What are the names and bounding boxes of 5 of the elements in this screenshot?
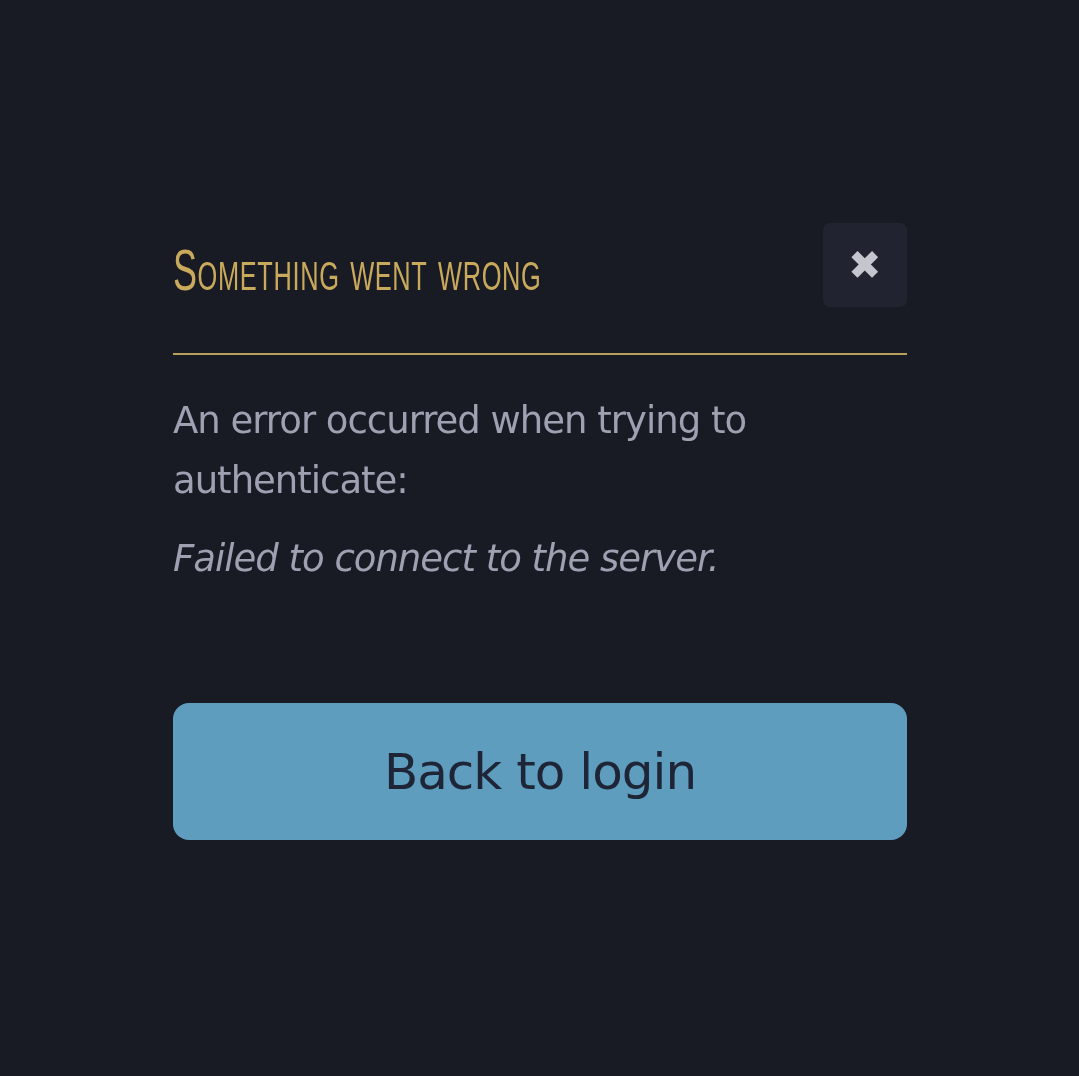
dialog-title: Something went wrong	[173, 237, 542, 303]
close-button[interactable]: ✖	[823, 223, 907, 307]
back-to-login-button[interactable]: Back to login	[173, 703, 907, 840]
error-message: An error occurred when trying to authenticate:	[173, 398, 748, 504]
error-detail: Failed to connect to the server.	[173, 536, 720, 582]
